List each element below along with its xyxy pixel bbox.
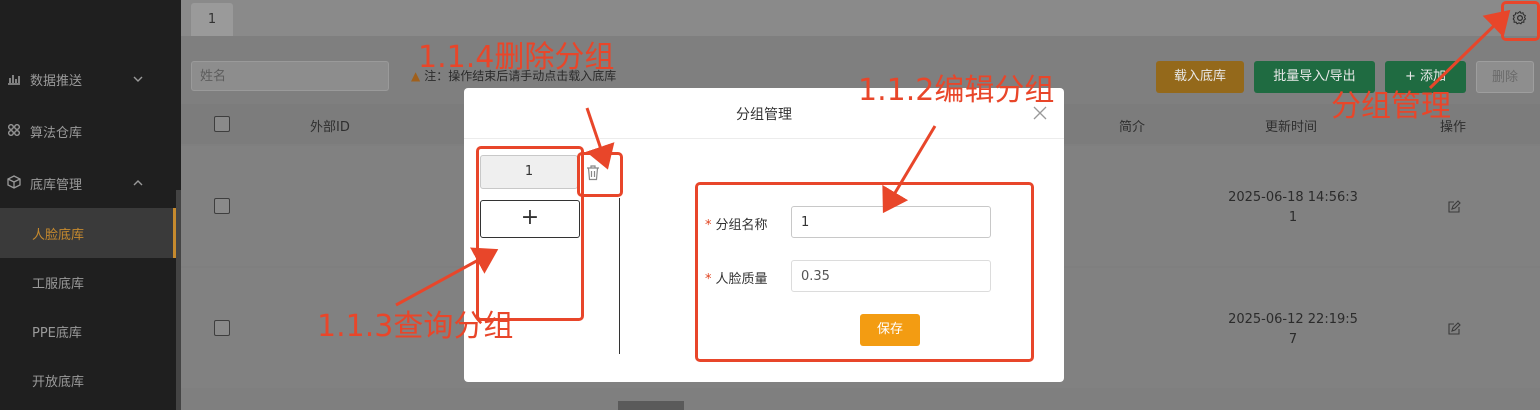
close-icon[interactable]: [1033, 106, 1047, 120]
select-all-checkbox[interactable]: [214, 116, 230, 132]
annotation-box-edit-form: [695, 182, 1034, 362]
annotation-query-group: 1.1.3查询分组: [317, 309, 514, 344]
annotation-box-group-list: [476, 146, 584, 321]
sidebar-item-uniform-library[interactable]: 工服底库: [0, 257, 176, 307]
header-external-id: 外部ID: [310, 120, 350, 135]
group-list-divider: [619, 198, 620, 354]
sidebar-item-open-library[interactable]: 开放底库: [0, 355, 176, 405]
sidebar-item-label: 开放底库: [32, 374, 85, 390]
name-search-input[interactable]: [191, 61, 389, 91]
row-update-time: 2025-06-18 14:56:3 1: [1228, 190, 1358, 225]
annotation-box-gear: [1501, 1, 1540, 41]
header-intro: 简介: [1119, 120, 1146, 135]
sidebar-item-ppe-library[interactable]: PPE底库: [0, 306, 176, 356]
annotation-group-manage: 分组管理: [1331, 89, 1451, 124]
header-update-time: 更新时间: [1265, 120, 1318, 135]
annotation-delete-group: 1.1.4删除分组: [418, 40, 615, 75]
row-checkbox[interactable]: [214, 320, 230, 336]
dialog-divider: [464, 138, 1064, 139]
sidebar-item-label: 工服底库: [32, 276, 85, 292]
annotation-box-delete: [577, 152, 623, 197]
load-library-button[interactable]: 载入底库: [1156, 61, 1244, 93]
row-checkbox[interactable]: [214, 198, 230, 214]
annotation-edit-group: 1.1.2编辑分组: [858, 73, 1055, 108]
chevron-up-icon: [133, 180, 143, 186]
row-update-time: 2025-06-12 22:19:5 7: [1228, 312, 1358, 347]
sidebar-item-label: 数据推送: [30, 73, 83, 89]
sidebar-item-face-library[interactable]: 人脸底库: [0, 208, 176, 258]
sidebar-item-algorithm[interactable]: 算法仓库: [0, 106, 176, 156]
sidebar-item-label: 底库管理: [30, 177, 83, 193]
box-icon: [6, 175, 22, 191]
tab-1[interactable]: 1: [191, 3, 233, 36]
chart-icon: [6, 71, 22, 87]
thumbnail-image: [618, 401, 684, 410]
tab-bar: 1: [181, 0, 1540, 36]
edit-icon[interactable]: [1447, 200, 1461, 214]
delete-button[interactable]: 删除: [1476, 61, 1534, 93]
sidebar-item-label: 算法仓库: [30, 125, 83, 141]
sidebar-item-library[interactable]: 底库管理: [0, 158, 176, 208]
edit-icon[interactable]: [1447, 322, 1461, 336]
sidebar-item-data-push[interactable]: 数据推送: [0, 54, 176, 104]
chevron-down-icon: [133, 76, 143, 82]
sidebar-item-label: PPE底库: [32, 325, 82, 341]
sidebar-item-label: 人脸底库: [32, 227, 85, 243]
apps-icon: [6, 123, 22, 139]
sidebar: 数据推送 算法仓库 底库管理 人脸底库 工服底库 PPE底库 开放底库: [0, 0, 181, 410]
